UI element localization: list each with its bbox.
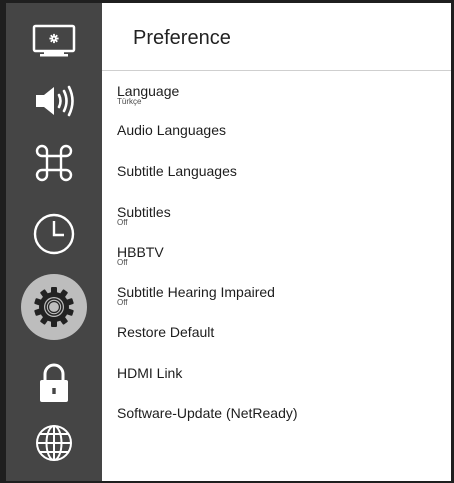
menu-item-subtitles[interactable]: Subtitles Off [117,204,437,227]
menu-item-language[interactable]: Language Türkçe [117,83,437,106]
sidebar-item-sound[interactable] [6,69,102,133]
menu-item-label: Subtitle Languages [117,163,237,179]
clock-icon [33,213,75,255]
sidebar-item-installation[interactable] [6,131,102,195]
menu-item-software-update[interactable]: Software-Update (NetReady) [117,405,437,421]
tv-settings-screen: Preference Language Türkçe Audio Languag… [0,0,454,483]
sidebar-item-picture[interactable] [6,9,102,73]
sound-icon [36,85,74,117]
sidebar-item-preference[interactable] [6,274,102,340]
menu-item-hdmi-link[interactable]: HDMI Link [117,365,437,381]
menu-item-value: Off [117,298,128,307]
picture-settings-icon [32,24,76,57]
lock-icon [40,363,68,402]
menu-item-restore-default[interactable]: Restore Default [117,324,437,340]
settings-sidebar [6,3,102,481]
globe-icon [36,425,72,461]
menu-item-audio-languages[interactable]: Audio Languages [117,122,437,138]
gear-icon [34,287,74,327]
menu-item-label: Subtitle Hearing Impaired [117,284,275,300]
sidebar-item-lock[interactable] [6,351,102,415]
selected-indicator [21,274,87,340]
menu-item-label: Software-Update (NetReady) [117,405,298,421]
panel-header: Preference [102,3,451,71]
menu-item-label: Language [117,83,180,99]
preference-panel: Preference Language Türkçe Audio Languag… [102,3,451,481]
menu-item-label: Audio Languages [117,122,226,138]
menu-item-subtitle-hearing-impaired[interactable]: Subtitle Hearing Impaired Off [117,284,437,307]
menu-item-value: Türkçe [117,97,142,106]
menu-item-label: Restore Default [117,324,215,340]
menu-item-subtitle-languages[interactable]: Subtitle Languages [117,163,437,179]
menu-item-value: Off [117,258,128,267]
menu-item-hbbtv[interactable]: HBBTV Off [117,244,437,267]
command-icon [35,144,73,182]
sidebar-item-network[interactable] [6,411,102,475]
menu-item-label: HBBTV [117,244,164,260]
menu-item-value: Off [117,218,128,227]
menu-item-label: HDMI Link [117,365,183,381]
page-title: Preference [133,27,231,49]
sidebar-item-timer[interactable] [6,202,102,266]
menu-item-label: Subtitles [117,204,171,220]
